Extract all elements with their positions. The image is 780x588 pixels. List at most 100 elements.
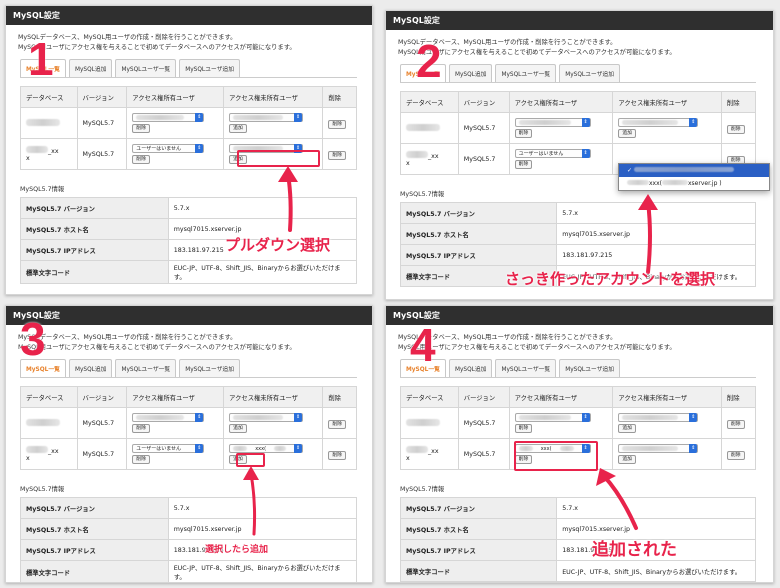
remove-access-button[interactable]: 削除 — [514, 129, 533, 138]
remove-access-button[interactable]: 削除 — [514, 160, 533, 169]
tab-mysql-user-list[interactable]: MySQLユーザ一覧 — [115, 59, 177, 77]
chevron-down-icon: ⇕ — [689, 413, 698, 422]
callout-step-3: 選択したら追加 — [205, 545, 269, 555]
table-row: MySQL5.7 ⇕ 削除 ⇕ 追加 削除 — [20, 107, 357, 139]
db-name-cell: _xx x — [400, 143, 459, 175]
delete-db-button[interactable]: 削除 — [726, 124, 745, 134]
add-access-button[interactable]: 追加 — [618, 424, 636, 433]
col-database: データベース — [400, 91, 459, 113]
step-number-4: 4 — [410, 319, 436, 371]
non-owner-user-select[interactable]: ⇕ — [229, 413, 304, 422]
delete-cell: 削除 — [322, 138, 357, 170]
add-access-button[interactable]: 追加 — [618, 455, 636, 464]
panel-header: MySQL設定 — [6, 6, 372, 25]
tab-mysql-add[interactable]: MySQL追加 — [68, 59, 113, 77]
tab-bar: MySQL一覧 MySQL追加 MySQLユーザ一覧 MySQLユーザ追加 — [20, 359, 357, 378]
tab-mysql-user-list[interactable]: MySQLユーザ一覧 — [495, 64, 557, 82]
owner-user-select[interactable]: ユーザーはいません ⇕ — [132, 444, 205, 453]
tab-bar: MySQL一覧 MySQL追加 MySQLユーザ一覧 MySQLユーザ追加 — [20, 59, 357, 78]
owner-user-select[interactable]: ⇕ — [132, 413, 205, 422]
owner-user-select[interactable]: ⇕ — [514, 118, 591, 127]
delete-db-button[interactable]: 削除 — [328, 450, 346, 460]
delete-db-button[interactable]: 削除 — [726, 450, 745, 460]
tab-mysql-user-add[interactable]: MySQLユーザ追加 — [559, 64, 621, 82]
add-access-button[interactable]: 追加 — [229, 424, 247, 433]
info-row: 標準文字コード EUC-JP、UTF-8、Shift_JIS、Binaryからお選… — [20, 260, 357, 284]
delete-db-button[interactable]: 削除 — [328, 150, 346, 160]
remove-access-button[interactable]: 削除 — [514, 424, 533, 433]
info-row: MySQL5.7 ホスト名 mysql7015.xserver.jp — [20, 518, 357, 540]
chevron-down-icon: ⇕ — [294, 413, 303, 422]
col-version: バージョン — [457, 91, 510, 113]
step-number-3: 3 — [20, 313, 46, 365]
tab-bar: MySQL一覧 MySQL追加 MySQLユーザ一覧 MySQLユーザ追加 — [400, 64, 757, 83]
col-version: バージョン — [76, 86, 128, 108]
db-name-cell: _xx x — [400, 438, 459, 470]
non-owner-user-select[interactable]: ⇕ — [229, 113, 304, 122]
panel-header: MySQL設定 — [386, 11, 773, 30]
delete-db-button[interactable]: 削除 — [328, 119, 346, 129]
version-cell: MySQL5.7 — [457, 143, 510, 175]
non-owner-user-select[interactable]: ⇕ — [618, 118, 699, 127]
tab-mysql-user-add[interactable]: MySQLユーザ追加 — [559, 359, 621, 377]
delete-cell: 削除 — [322, 107, 357, 139]
tab-mysql-user-list[interactable]: MySQLユーザ一覧 — [115, 359, 177, 377]
remove-access-button[interactable]: 削除 — [132, 424, 150, 433]
remove-access-button[interactable]: 削除 — [132, 155, 150, 164]
info-table: MySQL5.7 バージョン 5.7.x MySQL5.7 ホスト名 mysql70… — [399, 497, 757, 582]
intro-text: MySQLデータベース、MySQL用ユーザの作成・削除を行うことができます。 M… — [398, 39, 676, 56]
non-owner-user-select[interactable]: xxx(⇕ — [229, 444, 304, 453]
chevron-down-icon: ⇕ — [294, 113, 303, 122]
db-name-cell: _xx x — [20, 438, 78, 470]
chevron-down-icon: ⇕ — [195, 413, 204, 422]
col-delete: 削除 — [322, 386, 357, 408]
non-owner-user-select[interactable]: ⇕ — [618, 444, 699, 453]
tab-mysql-user-add[interactable]: MySQLユーザ追加 — [179, 59, 241, 77]
db-table: データベース バージョン アクセス権所有ユーザ アクセス権未所有ユーザ 削除 M… — [20, 386, 357, 470]
dropdown-option[interactable]: xxx(xserver.jp ) — [619, 177, 769, 190]
arrow-icon-1 — [278, 166, 298, 232]
remove-access-button[interactable]: 削除 — [132, 455, 150, 464]
col-delete: 削除 — [720, 386, 757, 408]
owner-user-cell: ユーザーはいません ⇕ 削除 — [508, 143, 614, 175]
owner-user-select[interactable]: ユーザーはいません ⇕ — [132, 144, 205, 153]
callout-step-2: さっき作ったアカウントを選択 — [505, 270, 716, 288]
add-access-button[interactable]: 追加 — [618, 129, 636, 138]
col-non-owner-users: アクセス権未所有ユーザ — [223, 386, 324, 408]
col-non-owner-users: アクセス権未所有ユーザ — [612, 91, 722, 113]
callout-step-1: プルダウン選択 — [225, 236, 331, 254]
version-cell: MySQL5.7 — [76, 407, 128, 439]
tab-mysql-add[interactable]: MySQL追加 — [68, 359, 113, 377]
delete-cell: 削除 — [322, 407, 357, 439]
chevron-down-icon: ⇕ — [294, 444, 303, 453]
owner-user-cell: ⇕ 削除 — [508, 407, 614, 439]
add-access-button[interactable]: 追加 — [229, 124, 247, 133]
info-row: MySQL5.7 バージョン 5.7.x — [399, 497, 757, 519]
tab-mysql-add[interactable]: MySQL追加 — [448, 64, 493, 82]
version-cell: MySQL5.7 — [457, 407, 510, 439]
delete-cell: 削除 — [720, 407, 757, 439]
step-number-1: 1 — [28, 33, 54, 85]
chevron-down-icon: ⇕ — [195, 113, 204, 122]
panel-header: MySQL設定 — [386, 306, 773, 325]
owner-user-select[interactable]: ⇕ — [514, 413, 591, 422]
tab-mysql-user-list[interactable]: MySQLユーザ一覧 — [495, 359, 557, 377]
delete-db-button[interactable]: 削除 — [328, 419, 346, 429]
dropdown-option[interactable]: ✓ — [619, 164, 769, 177]
col-non-owner-users: アクセス権未所有ユーザ — [612, 386, 722, 408]
delete-cell: 削除 — [322, 438, 357, 470]
db-name-cell — [400, 112, 459, 144]
col-non-owner-users: アクセス権未所有ユーザ — [223, 86, 324, 108]
col-owner-users: アクセス権所有ユーザ — [126, 86, 225, 108]
version-cell: MySQL5.7 — [76, 138, 128, 170]
owner-user-select[interactable]: ⇕ — [132, 113, 205, 122]
tab-mysql-user-add[interactable]: MySQLユーザ追加 — [179, 359, 241, 377]
delete-db-button[interactable]: 削除 — [726, 419, 745, 429]
tab-mysql-add[interactable]: MySQL追加 — [448, 359, 493, 377]
col-delete: 削除 — [720, 91, 757, 113]
col-database: データベース — [20, 86, 78, 108]
non-owner-user-select[interactable]: ⇕ — [618, 413, 699, 422]
remove-access-button[interactable]: 削除 — [132, 124, 150, 133]
col-delete: 削除 — [322, 86, 357, 108]
owner-user-select[interactable]: ユーザーはいません ⇕ — [514, 149, 591, 158]
